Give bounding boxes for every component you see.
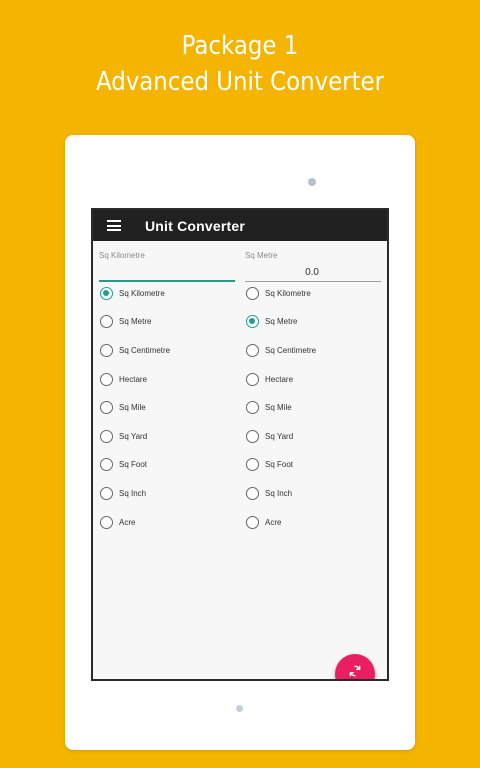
to-unit-radio-item[interactable]: Acre xyxy=(246,508,386,537)
to-unit-radio-button[interactable] xyxy=(246,515,259,529)
app-bar: Unit Converter xyxy=(93,210,387,241)
from-unit-radio-label: Sq Foot xyxy=(119,460,148,470)
to-unit-list: Sq Kilometre Sq Metre Sq Centimetre Hectare… xyxy=(246,279,386,536)
from-unit-radio-label: Acre xyxy=(119,517,136,527)
promo-line-2: Advanced Unit Converter xyxy=(95,67,385,97)
to-unit-radio-label: Sq Metre xyxy=(265,317,298,327)
to-field: Sq Metre 0.0 xyxy=(245,251,381,282)
from-unit-radio-button[interactable] xyxy=(100,429,113,443)
to-unit-radio-label: Sq Mile xyxy=(265,403,292,413)
to-unit-radio-item[interactable]: Hectare xyxy=(246,365,386,394)
from-unit-radio-label: Hectare xyxy=(119,374,148,384)
from-unit-radio-item[interactable]: Sq Foot xyxy=(100,451,240,480)
from-unit-radio-item[interactable]: Sq Kilometre xyxy=(100,279,240,308)
from-unit-radio-item[interactable]: Sq Mile xyxy=(100,393,240,422)
from-unit-radio-button[interactable] xyxy=(100,486,113,500)
from-unit-list: Sq Kilometre Sq Metre Sq Centimetre Hectare… xyxy=(100,279,240,536)
to-unit-radio-label: Sq Kilometre xyxy=(265,288,311,298)
tablet-frame: Unit Converter Sq Kilometre Sq Metre 0.0… xyxy=(65,135,415,750)
from-unit-radio-label: Sq Metre xyxy=(119,317,152,327)
to-unit-radio-button[interactable] xyxy=(246,401,259,415)
to-unit-radio-item[interactable]: Sq Yard xyxy=(246,422,386,451)
refresh-icon xyxy=(349,665,361,677)
camera-dot xyxy=(308,178,316,186)
to-unit-radio-button[interactable] xyxy=(246,372,259,386)
from-unit-radio-button[interactable] xyxy=(100,401,113,415)
app-screen: Unit Converter Sq Kilometre Sq Metre 0.0… xyxy=(91,208,389,681)
hamburger-menu-icon[interactable] xyxy=(107,220,121,231)
from-field: Sq Kilometre xyxy=(99,251,235,282)
to-unit-radio-label: Sq Foot xyxy=(265,460,294,470)
to-unit-radio-button[interactable] xyxy=(246,343,259,357)
from-unit-radio-item[interactable]: Acre xyxy=(100,508,240,537)
promo-line-1: Package 1 xyxy=(181,31,299,61)
to-unit-radio-label: Acre xyxy=(265,517,282,527)
to-unit-radio-label: Hectare xyxy=(265,374,294,384)
app-title: Unit Converter xyxy=(145,217,246,234)
to-unit-radio-button[interactable] xyxy=(246,458,259,472)
to-unit-radio-button[interactable] xyxy=(246,486,259,500)
from-unit-radio-button[interactable] xyxy=(100,343,113,357)
to-unit-radio-label: Sq Centimetre xyxy=(265,345,317,355)
from-unit-radio-label: Sq Yard xyxy=(119,431,148,441)
from-unit-radio-label: Sq Mile xyxy=(119,403,146,413)
from-unit-radio-button[interactable] xyxy=(100,372,113,386)
from-unit-radio-item[interactable]: Sq Metre xyxy=(100,308,240,337)
to-unit-radio-label: Sq Inch xyxy=(265,488,293,498)
from-unit-radio-button[interactable] xyxy=(100,458,113,472)
from-unit-radio-item[interactable]: Sq Yard xyxy=(100,422,240,451)
to-field-label: Sq Metre xyxy=(245,251,278,260)
to-unit-radio-button[interactable] xyxy=(246,429,259,443)
from-unit-radio-label: Sq Inch xyxy=(119,488,147,498)
to-unit-radio-button[interactable] xyxy=(246,286,259,300)
to-unit-radio-item[interactable]: Sq Mile xyxy=(246,393,386,422)
from-unit-radio-item[interactable]: Sq Centimetre xyxy=(100,336,240,365)
to-unit-radio-item[interactable]: Sq Metre xyxy=(246,308,386,337)
from-unit-radio-label: Sq Kilometre xyxy=(119,288,165,298)
to-unit-radio-item[interactable]: Sq Centimetre xyxy=(246,336,386,365)
from-unit-radio-button[interactable] xyxy=(100,286,113,300)
from-field-label: Sq Kilometre xyxy=(99,251,145,260)
to-unit-radio-item[interactable]: Sq Kilometre xyxy=(246,279,386,308)
from-unit-radio-button[interactable] xyxy=(100,515,113,529)
convert-fab-button[interactable] xyxy=(335,654,375,679)
from-unit-radio-label: Sq Centimetre xyxy=(119,345,171,355)
to-unit-radio-label: Sq Yard xyxy=(265,431,294,441)
to-unit-radio-item[interactable]: Sq Foot xyxy=(246,451,386,480)
to-unit-radio-button[interactable] xyxy=(246,315,259,329)
to-unit-radio-item[interactable]: Sq Inch xyxy=(246,479,386,508)
from-unit-radio-item[interactable]: Hectare xyxy=(100,365,240,394)
promo-heading: Package 1 Advanced Unit Converter xyxy=(29,28,451,100)
from-unit-radio-item[interactable]: Sq Inch xyxy=(100,479,240,508)
home-indicator-dot xyxy=(236,705,243,712)
from-unit-radio-button[interactable] xyxy=(100,315,113,329)
